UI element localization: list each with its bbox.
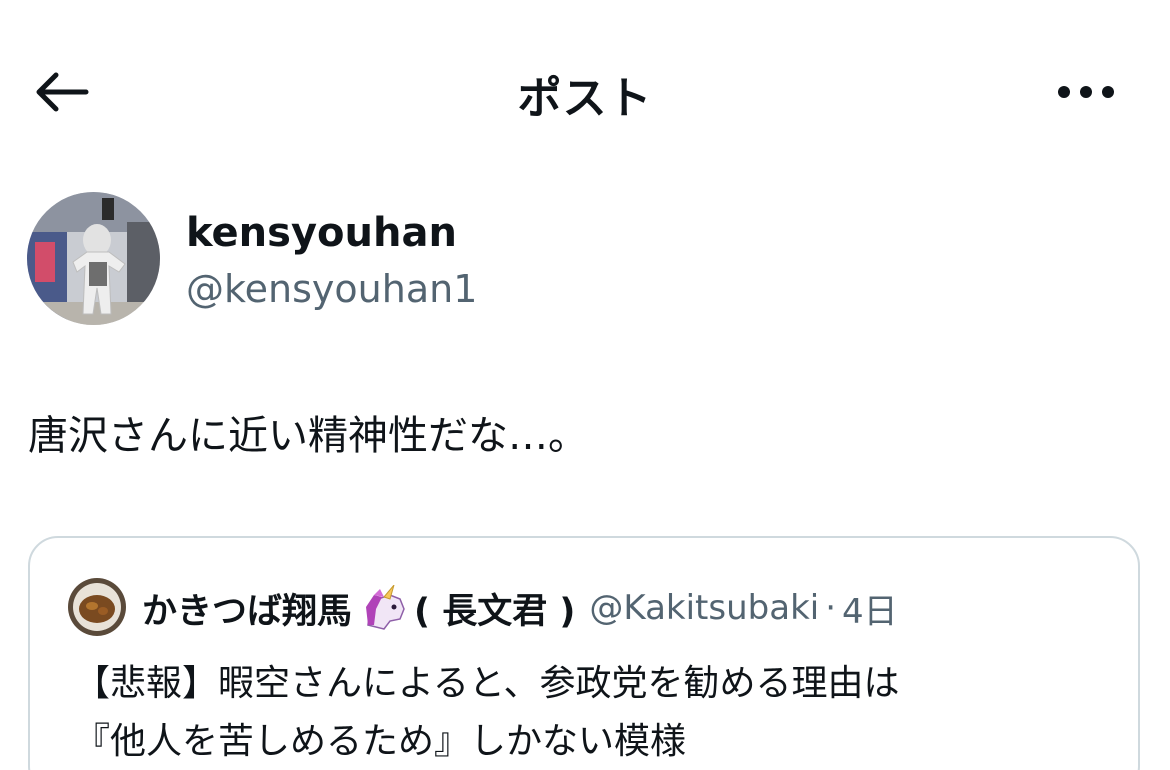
quoted-author-name-suffix[interactable]: ( 長文君 ) (414, 583, 575, 634)
ellipsis-icon (1058, 86, 1114, 98)
page-title: ポスト (517, 73, 653, 124)
quoted-author-avatar[interactable] (68, 578, 126, 636)
quoted-post-card[interactable]: かきつば翔馬 ( 長文君 ) @Kakitsubaki · 4日 【悲報】暇空さ… (28, 536, 1140, 770)
post-detail-page: ポスト kensyouhan @kensyouhan1 唐沢さんに近い精神性だな… (0, 0, 1170, 770)
more-options-button[interactable] (1052, 68, 1120, 116)
quoted-post-header: かきつば翔馬 ( 長文君 ) @Kakitsubaki · 4日 (142, 578, 898, 638)
quoted-author-handle[interactable]: @Kakitsubaki (589, 588, 819, 628)
quoted-post-text-line-2: 『他人を苦しめるため』しかない模様 (74, 721, 687, 762)
quoted-post-text-line-1: 【悲報】暇空さんによると、参政党を勧める理由は (74, 663, 900, 704)
author-avatar[interactable] (27, 192, 160, 325)
separator-dot: · (825, 588, 837, 628)
author-handle[interactable]: @kensyouhan1 (186, 264, 477, 314)
quoted-author-name[interactable]: かきつば翔馬 (142, 583, 352, 634)
top-bar: ポスト (0, 0, 1170, 180)
post-text: 唐沢さんに近い精神性だな…。 (28, 413, 588, 459)
quoted-post-time[interactable]: 4日 (842, 584, 898, 633)
unicorn-emoji-icon (360, 584, 410, 631)
author-name[interactable]: kensyouhan (186, 208, 457, 258)
